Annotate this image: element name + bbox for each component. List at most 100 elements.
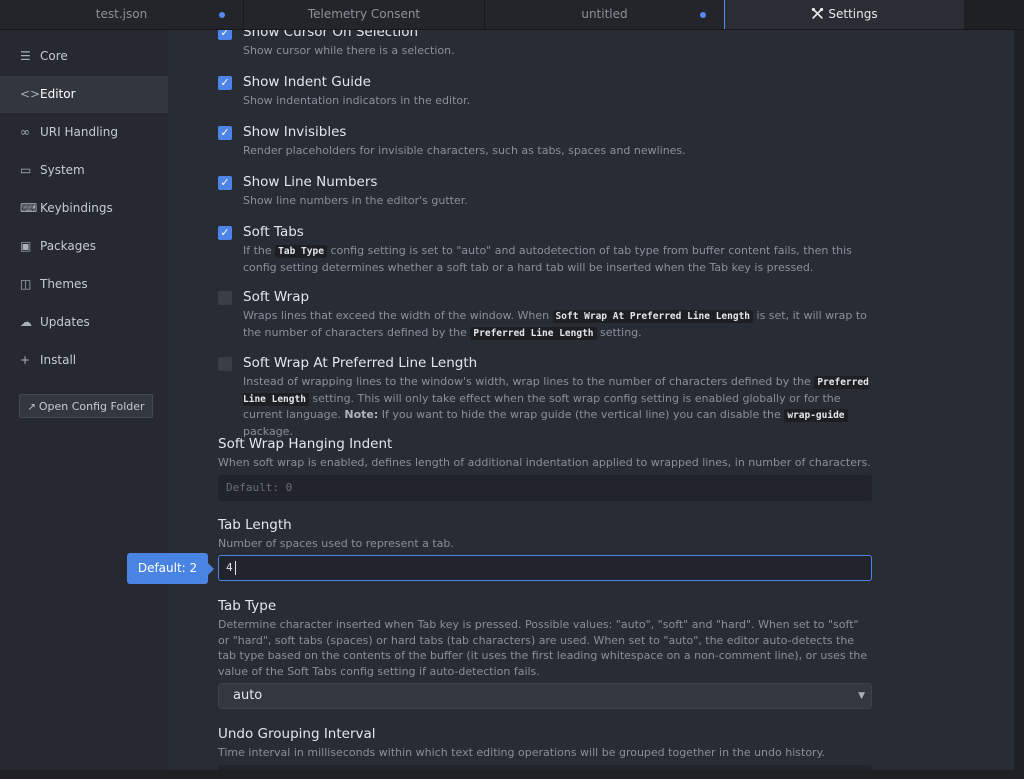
sidebar-item-updates[interactable]: ☁ Updates bbox=[0, 304, 168, 341]
sidebar-item-label: Packages bbox=[40, 239, 96, 253]
setting-description: Wraps lines that exceed the width of the… bbox=[243, 308, 883, 341]
tab-settings[interactable]: Settings bbox=[724, 0, 965, 29]
tab-label: Settings bbox=[828, 7, 878, 21]
setting-show-indent-guide: ✓ Show Indent Guide Show indentation ind… bbox=[218, 74, 878, 112]
setting-show-cursor-on-selection: ✓ Show Cursor On Selection Show cursor w… bbox=[218, 30, 878, 62]
setting-title: Soft Wrap Hanging Indent bbox=[218, 436, 393, 452]
selected-value: auto bbox=[233, 688, 263, 703]
tab-label: test.json bbox=[95, 7, 148, 21]
setting-title: Soft Wrap bbox=[243, 289, 310, 305]
desc-text: setting. bbox=[600, 325, 642, 339]
sidebar-item-label: Install bbox=[40, 353, 77, 367]
setting-description: Determine character inserted when Tab ke… bbox=[218, 618, 868, 678]
tab-label: Telemetry Consent bbox=[307, 7, 421, 21]
config-code: Tab Type bbox=[275, 245, 327, 258]
setting-description: Show cursor while there is a selection. bbox=[243, 44, 455, 57]
plus-icon: + bbox=[20, 353, 31, 367]
setting-description: Number of spaces used to represent a tab… bbox=[218, 537, 454, 550]
sidebar-item-label: Updates bbox=[40, 315, 90, 329]
keyboard-icon: ⌨ bbox=[20, 201, 38, 215]
setting-description: If the Tab Type config setting is set to… bbox=[243, 243, 883, 275]
sliders-icon: ☰ bbox=[20, 49, 31, 63]
setting-tab-type: Tab Type Determine character inserted wh… bbox=[218, 598, 872, 710]
setting-title: Tab Length bbox=[218, 517, 292, 533]
undo-grouping-interval-input[interactable] bbox=[218, 765, 872, 770]
chevron-down-icon: ▼ bbox=[858, 691, 865, 701]
setting-description: Time interval in milliseconds within whi… bbox=[218, 746, 826, 759]
sidebar-item-themes[interactable]: ◫ Themes bbox=[0, 266, 168, 303]
setting-title: Soft Wrap At Preferred Line Length bbox=[243, 355, 478, 371]
open-config-folder-button[interactable]: ↗ Open Config Folder bbox=[19, 394, 153, 418]
input-value: 4 bbox=[226, 561, 233, 574]
setting-title: Undo Grouping Interval bbox=[218, 726, 376, 742]
sidebar-item-uri-handling[interactable]: ∞ URI Handling bbox=[0, 114, 168, 151]
modified-dot-icon bbox=[219, 12, 225, 18]
desc-text: If you want to hide the wrap guide (the … bbox=[381, 408, 781, 421]
config-code: wrap-guide bbox=[784, 409, 848, 422]
soft-wrap-preferred-checkbox[interactable] bbox=[218, 357, 232, 371]
soft-wrap-checkbox[interactable] bbox=[218, 291, 232, 305]
sidebar-item-label: Core bbox=[40, 49, 68, 63]
setting-soft-wrap-hanging-indent: Soft Wrap Hanging Indent When soft wrap … bbox=[218, 436, 872, 502]
sidebar-item-keybindings[interactable]: ⌨ Keybindings bbox=[0, 190, 168, 227]
tab-type-select[interactable]: auto ▼ bbox=[218, 683, 872, 709]
note-label: Note: bbox=[344, 408, 379, 421]
sidebar-item-editor[interactable]: <>Editor bbox=[0, 76, 168, 113]
setting-title: Show Invisibles bbox=[243, 124, 347, 140]
setting-title: Tab Type bbox=[218, 598, 277, 614]
show-cursor-on-selection-checkbox[interactable]: ✓ bbox=[218, 30, 232, 40]
sidebar-item-install[interactable]: + Install bbox=[0, 342, 168, 379]
sidebar-item-label: Keybindings bbox=[40, 201, 113, 215]
sidebar-item-label: Themes bbox=[40, 277, 88, 291]
setting-show-invisibles: ✓ Show Invisibles Render placeholders fo… bbox=[218, 124, 878, 162]
tools-icon bbox=[811, 0, 824, 29]
setting-title: Soft Tabs bbox=[243, 224, 304, 240]
setting-description: Render placeholders for invisible charac… bbox=[243, 144, 686, 157]
sidebar-item-core[interactable]: ☰ Core bbox=[0, 38, 168, 75]
sidebar-item-label: System bbox=[40, 163, 85, 177]
show-indent-guide-checkbox[interactable]: ✓ bbox=[218, 76, 232, 90]
tab-label: untitled bbox=[581, 7, 628, 21]
setting-description: Instead of wrapping lines to the window'… bbox=[243, 374, 883, 439]
sidebar-item-label: Editor bbox=[40, 87, 76, 101]
setting-description: Show indentation indicators in the edito… bbox=[243, 94, 471, 107]
setting-description: Show line numbers in the editor's gutter… bbox=[243, 194, 468, 207]
editor-settings-panel: ✓ Show Cursor On Selection Show cursor w… bbox=[168, 30, 1014, 770]
setting-tab-length: Tab Length Number of spaces used to repr… bbox=[218, 517, 872, 583]
setting-undo-grouping-interval: Undo Grouping Interval Time interval in … bbox=[218, 726, 872, 770]
scrollbar-track[interactable] bbox=[1014, 30, 1024, 770]
setting-soft-wrap-at-preferred-line-length: Soft Wrap At Preferred Line Length Inste… bbox=[218, 355, 878, 438]
settings-sidebar: ☰ Core <>Editor ∞ URI Handling ▭ System ⌨ Ke… bbox=[0, 30, 168, 770]
tab-bar: test.json Telemetry Consent untitled Set… bbox=[0, 0, 1024, 30]
desc-text: If the bbox=[243, 244, 272, 257]
soft-wrap-hanging-indent-input[interactable]: Default: 0 bbox=[218, 475, 872, 501]
desc-text: Wraps lines that exceed the width of the… bbox=[243, 309, 550, 322]
tab-untitled[interactable]: untitled bbox=[485, 0, 725, 29]
config-code: Preferred Line Length bbox=[470, 326, 597, 340]
setting-description: When soft wrap is enabled, defines lengt… bbox=[218, 456, 871, 469]
link-icon: ∞ bbox=[20, 125, 30, 139]
modified-dot-icon bbox=[700, 12, 706, 18]
text-caret bbox=[234, 561, 236, 575]
show-invisibles-checkbox[interactable]: ✓ bbox=[218, 126, 232, 140]
default-value-tooltip: Default: 2 bbox=[127, 553, 214, 584]
config-code: Soft Wrap At Preferred Line Length bbox=[552, 310, 754, 323]
soft-tabs-checkbox[interactable]: ✓ bbox=[218, 226, 232, 240]
external-link-icon: ↗ bbox=[27, 402, 36, 413]
desc-text: Instead of wrapping lines to the window'… bbox=[243, 375, 811, 388]
show-line-numbers-checkbox[interactable]: ✓ bbox=[218, 176, 232, 190]
setting-title: Show Indent Guide bbox=[243, 74, 371, 90]
cloud-download-icon: ☁ bbox=[20, 315, 32, 329]
tab-length-input[interactable]: 4 bbox=[218, 555, 872, 581]
setting-show-line-numbers: ✓ Show Line Numbers Show line numbers in… bbox=[218, 174, 878, 212]
setting-title: Show Cursor On Selection bbox=[243, 30, 419, 40]
setting-soft-tabs: ✓ Soft Tabs If the Tab Type config setti… bbox=[218, 224, 878, 278]
tab-telemetry-consent[interactable]: Telemetry Consent bbox=[244, 0, 485, 29]
sidebar-item-packages[interactable]: ▣ Packages bbox=[0, 228, 168, 265]
code-icon: <> bbox=[20, 87, 41, 101]
package-icon: ▣ bbox=[20, 239, 32, 253]
open-config-label: Open Config Folder bbox=[38, 400, 145, 413]
sidebar-item-system[interactable]: ▭ System bbox=[0, 152, 168, 189]
tab-test-json[interactable]: test.json bbox=[0, 0, 244, 29]
monitor-icon: ▭ bbox=[20, 163, 32, 177]
